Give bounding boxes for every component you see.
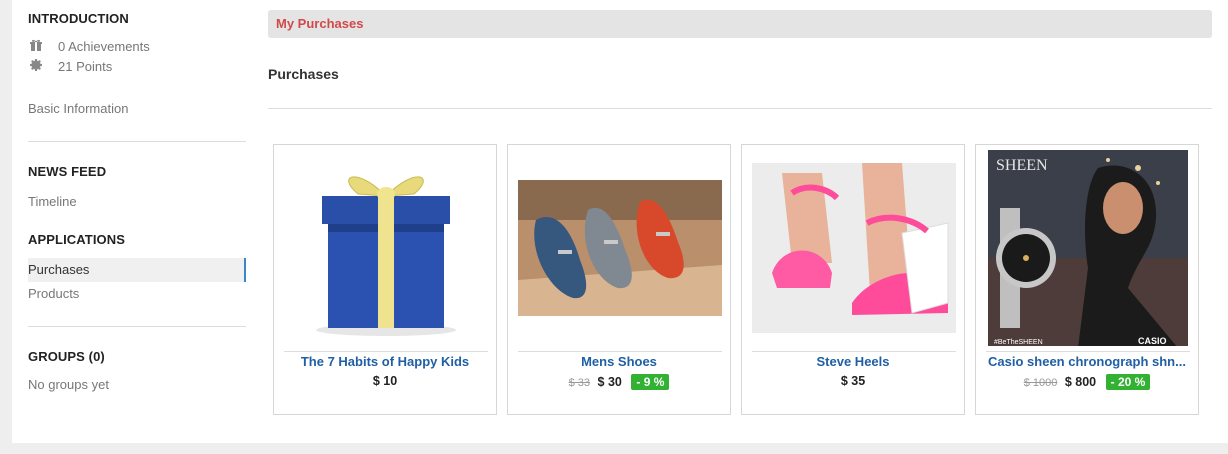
current-price: $ 35: [840, 374, 866, 388]
badge-icon: [29, 58, 44, 73]
sidebar-item-products[interactable]: Products: [28, 282, 244, 306]
product-grid: The 7 Habits of Happy Kids $ 10 Mens Sho…: [273, 144, 1199, 415]
current-price: $ 800: [1064, 375, 1097, 389]
shoes-photo[interactable]: [518, 150, 722, 346]
product-card[interactable]: SHEEN CASIO #BeTheSHEEN Casio sheen chro…: [975, 144, 1199, 415]
original-price: $ 1000: [1023, 377, 1058, 389]
introduction-heading: INTRODUCTION: [28, 11, 129, 26]
current-price: $ 10: [372, 374, 398, 388]
watch-ad-photo[interactable]: SHEEN CASIO #BeTheSHEEN: [986, 150, 1190, 346]
product-card[interactable]: Mens Shoes $ 33 $ 30 - 9 %: [507, 144, 731, 415]
groups-empty-text: No groups yet: [28, 377, 109, 392]
price-row: $ 33 $ 30 - 9 %: [508, 374, 730, 390]
product-card[interactable]: Steve Heels $ 35: [741, 144, 965, 415]
divider: [268, 108, 1212, 109]
divider: [284, 351, 488, 352]
groups-heading: GROUPS (0): [28, 349, 105, 364]
points-label: 21 Points: [58, 58, 113, 74]
applications-heading: APPLICATIONS: [28, 232, 126, 247]
price-row: $ 1000 $ 800 - 20 %: [976, 374, 1198, 390]
divider: [28, 141, 246, 142]
product-name[interactable]: Steve Heels: [748, 354, 958, 369]
product-name[interactable]: Casio sheen chronograph shn...: [982, 354, 1192, 369]
timeline-link[interactable]: Timeline: [28, 194, 77, 209]
gift-icon: [30, 39, 44, 53]
svg-text:CASIO: CASIO: [1138, 336, 1167, 346]
price-row: $ 10: [274, 374, 496, 388]
svg-text:#BeTheSHEEN: #BeTheSHEEN: [994, 339, 1043, 346]
main-content: My Purchases Purchases The 7 Habits of H…: [268, 10, 1212, 415]
original-price: $ 33: [568, 377, 591, 389]
discount-badge: - 20 %: [1105, 374, 1151, 390]
divider: [752, 351, 956, 352]
product-name[interactable]: Mens Shoes: [514, 354, 724, 369]
points-stat: 21 Points: [28, 56, 112, 76]
product-name[interactable]: The 7 Habits of Happy Kids: [280, 354, 490, 369]
divider: [986, 351, 1190, 352]
svg-text:SHEEN: SHEEN: [996, 157, 1048, 174]
page-title: Purchases: [268, 66, 339, 82]
discount-badge: - 9 %: [631, 374, 670, 390]
divider: [518, 351, 722, 352]
product-card[interactable]: The 7 Habits of Happy Kids $ 10: [273, 144, 497, 415]
achievements-label: 0 Achievements: [58, 38, 150, 54]
heels-photo[interactable]: [752, 150, 956, 346]
current-price: $ 30: [597, 375, 622, 389]
breadcrumb[interactable]: My Purchases: [268, 10, 1212, 38]
gift-box-icon[interactable]: [284, 150, 488, 346]
divider: [28, 326, 246, 327]
price-row: $ 35: [742, 374, 964, 388]
achievements-stat: 0 Achievements: [28, 36, 150, 56]
sidebar-item-purchases[interactable]: Purchases: [28, 258, 246, 282]
page: INTRODUCTION 0 Achievements 21 Points Ba…: [12, 0, 1228, 443]
basic-information-link[interactable]: Basic Information: [28, 101, 128, 116]
news-feed-heading: NEWS FEED: [28, 164, 107, 179]
